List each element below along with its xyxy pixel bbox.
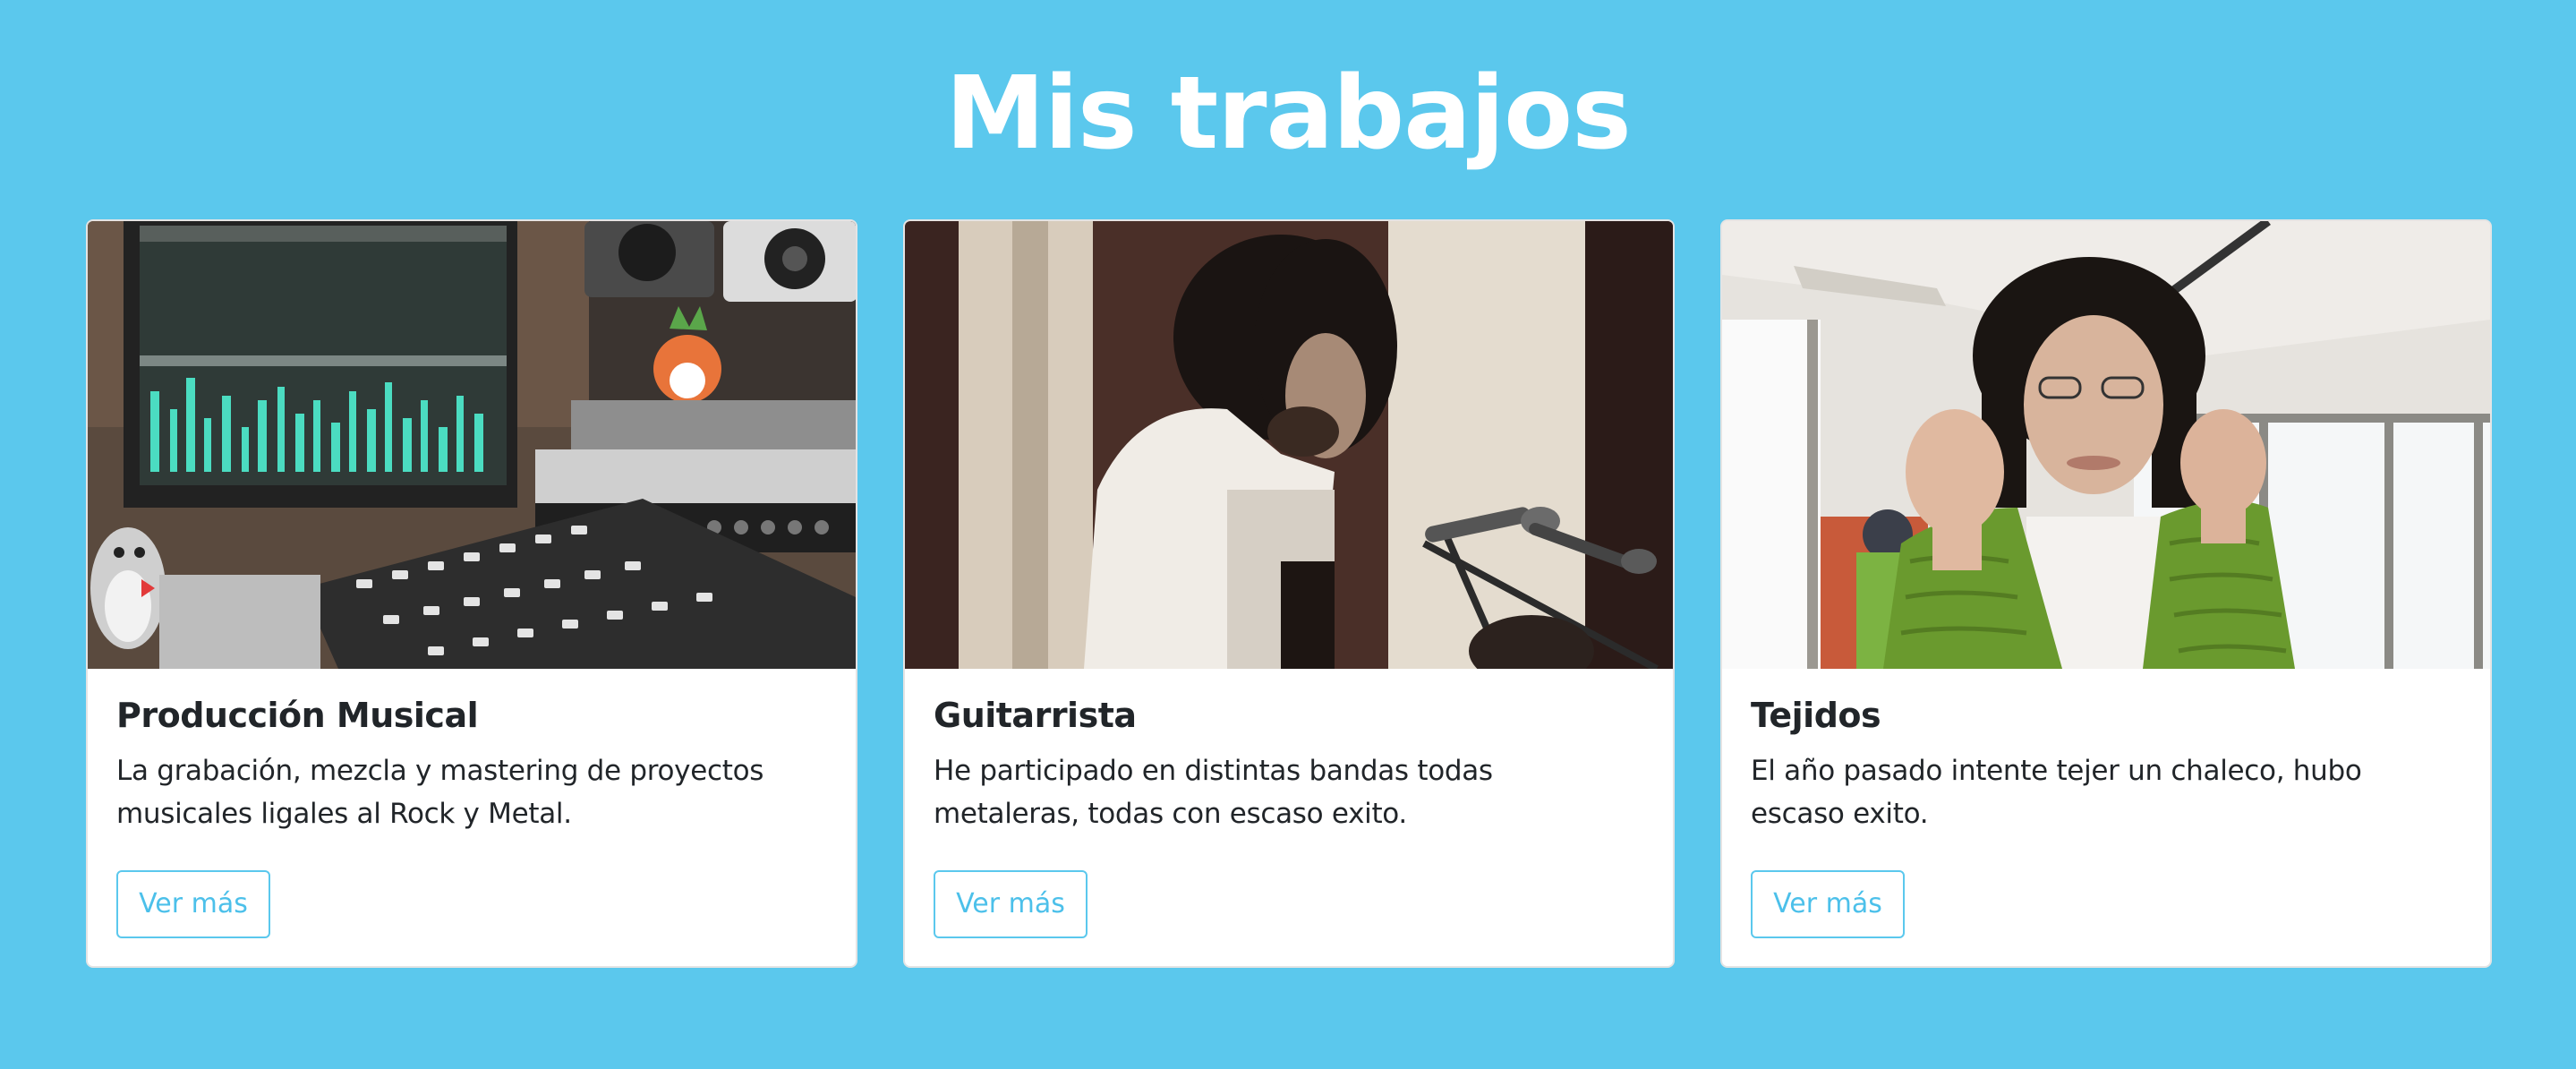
card-title: Producción Musical — [116, 696, 479, 735]
ver-mas-button[interactable]: Ver más — [116, 870, 270, 938]
card-description: El año pasado intente tejer un chaleco, … — [1751, 755, 2362, 830]
section-title: Mis trabajos — [945, 56, 1632, 172]
ver-mas-button[interactable]: Ver más — [934, 870, 1088, 938]
card-description: La grabación, mezcla y mastering de proy… — [116, 755, 764, 830]
card-guitarrista: Guitarrista He participado en distintas … — [903, 219, 1675, 968]
card-produccion-musical: Producción Musical La grabación, mezcla … — [86, 219, 857, 968]
card-image-knitting — [1722, 221, 2490, 669]
card-body: Tejidos El año pasado intente tejer un c… — [1751, 688, 2461, 835]
ver-mas-button[interactable]: Ver más — [1751, 870, 1905, 938]
cards-grid: Producción Musical La grabación, mezcla … — [86, 219, 2492, 968]
card-title: Guitarrista — [934, 696, 1137, 735]
card-tejidos: Tejidos El año pasado intente tejer un c… — [1720, 219, 2492, 968]
card-body: Guitarrista He participado en distintas … — [934, 688, 1644, 835]
card-body: Producción Musical La grabación, mezcla … — [116, 688, 827, 835]
card-image-guitarist — [905, 221, 1673, 669]
card-image-studio — [88, 221, 856, 669]
card-title: Tejidos — [1751, 696, 1881, 735]
card-description: He participado en distintas bandas todas… — [934, 755, 1493, 830]
